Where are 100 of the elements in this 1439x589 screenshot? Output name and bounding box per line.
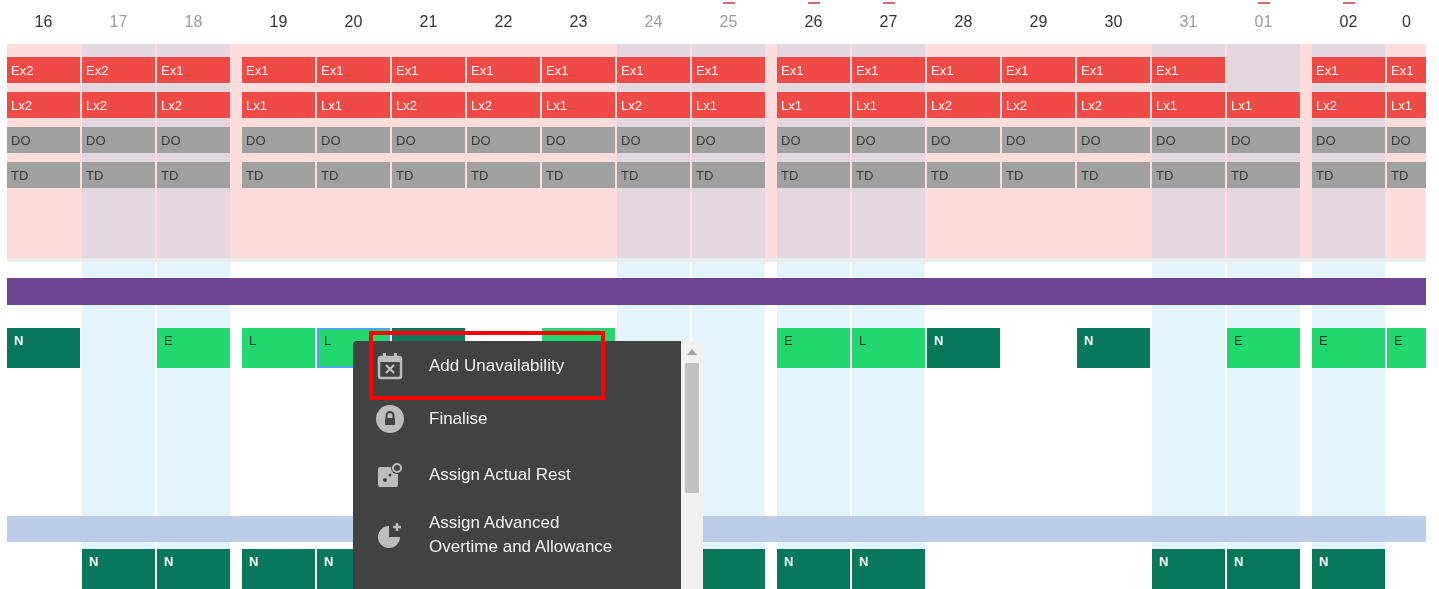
duty-cell[interactable]: Ex2 <box>7 57 80 83</box>
duty-cell[interactable]: Ex1 <box>467 57 540 83</box>
duty-cell[interactable]: DO <box>1312 127 1385 153</box>
shift-block[interactable]: E <box>1227 328 1300 368</box>
duty-cell[interactable]: Lx2 <box>157 92 230 118</box>
shift-block[interactable]: N <box>1077 328 1150 368</box>
duty-cell[interactable]: Lx1 <box>242 92 315 118</box>
shift-block[interactable]: L <box>242 328 315 368</box>
shift-block[interactable]: L <box>852 328 925 368</box>
duty-cell[interactable]: TD <box>927 162 1000 188</box>
duty-cell[interactable]: DO <box>1002 127 1075 153</box>
duty-cell[interactable]: DO <box>927 127 1000 153</box>
duty-cell[interactable]: TD <box>617 162 690 188</box>
duty-cell[interactable]: TD <box>82 162 155 188</box>
duty-cell[interactable]: Ex1 <box>317 57 390 83</box>
duty-cell[interactable]: DO <box>777 127 850 153</box>
duty-cell[interactable]: Lx1 <box>317 92 390 118</box>
duty-cell[interactable]: DO <box>692 127 765 153</box>
duty-cell[interactable]: Ex1 <box>617 57 690 83</box>
duty-cell[interactable]: Lx2 <box>1077 92 1150 118</box>
duty-cell[interactable]: DO <box>617 127 690 153</box>
duty-cell[interactable]: Ex1 <box>1077 57 1150 83</box>
duty-cell[interactable]: TD <box>242 162 315 188</box>
duty-cell[interactable]: DO <box>542 127 615 153</box>
shift-block[interactable]: N <box>1227 549 1300 589</box>
shift-block[interactable]: N <box>777 549 850 589</box>
scroll-up-icon[interactable] <box>687 349 697 355</box>
duty-cell[interactable]: Lx2 <box>617 92 690 118</box>
duty-cell[interactable]: TD <box>542 162 615 188</box>
duty-cell[interactable]: Ex2 <box>82 57 155 83</box>
duty-cell[interactable]: Lx1 <box>1227 92 1300 118</box>
scrollbar-thumb[interactable] <box>685 363 699 493</box>
duty-cell[interactable]: TD <box>1387 162 1426 188</box>
duty-cell[interactable]: TD <box>1077 162 1150 188</box>
duty-cell[interactable]: DO <box>852 127 925 153</box>
shift-block[interactable]: N <box>1312 549 1385 589</box>
shift-block[interactable]: E <box>777 328 850 368</box>
duty-cell[interactable]: Lx2 <box>82 92 155 118</box>
duty-cell[interactable]: Lx1 <box>852 92 925 118</box>
duty-cell[interactable]: DO <box>157 127 230 153</box>
duty-cell[interactable]: DO <box>392 127 465 153</box>
shift-block[interactable]: E <box>1387 328 1426 368</box>
duty-cell[interactable]: TD <box>1002 162 1075 188</box>
duty-cell[interactable]: DO <box>242 127 315 153</box>
duty-cell[interactable]: Ex1 <box>1312 57 1385 83</box>
duty-cell[interactable]: Ex1 <box>927 57 1000 83</box>
duty-cell[interactable]: Lx2 <box>7 92 80 118</box>
scrollbar[interactable] <box>681 341 703 589</box>
menu-item[interactable]: Assign Advanced Overtime and Allowance <box>353 503 681 567</box>
duty-cell[interactable]: Ex1 <box>392 57 465 83</box>
duty-cell[interactable]: Lx2 <box>392 92 465 118</box>
shift-block[interactable]: N <box>242 549 315 589</box>
duty-cell[interactable]: Lx1 <box>692 92 765 118</box>
duty-cell[interactable]: Ex1 <box>1002 57 1075 83</box>
shift-block[interactable]: E <box>1312 328 1385 368</box>
duty-cell[interactable]: Lx2 <box>1002 92 1075 118</box>
duty-cell[interactable]: Lx1 <box>1387 92 1426 118</box>
duty-cell[interactable]: TD <box>317 162 390 188</box>
menu-item[interactable]: Finalise <box>353 391 681 447</box>
duty-cell[interactable]: Lx1 <box>777 92 850 118</box>
duty-cell[interactable]: TD <box>852 162 925 188</box>
duty-cell[interactable]: Ex1 <box>1387 57 1426 83</box>
shift-block[interactable]: N <box>927 328 1000 368</box>
duty-cell[interactable]: Lx2 <box>1312 92 1385 118</box>
duty-cell[interactable]: DO <box>1077 127 1150 153</box>
duty-cell[interactable]: TD <box>692 162 765 188</box>
duty-cell[interactable]: Ex1 <box>542 57 615 83</box>
duty-cell[interactable]: Ex1 <box>777 57 850 83</box>
duty-cell[interactable]: Ex1 <box>852 57 925 83</box>
duty-cell[interactable]: Lx2 <box>927 92 1000 118</box>
shift-block[interactable]: E <box>157 328 230 368</box>
menu-item[interactable]: Add Unavailability <box>353 341 681 391</box>
duty-cell[interactable]: DO <box>1227 127 1300 153</box>
shift-block[interactable]: N <box>7 328 80 368</box>
duty-cell[interactable]: TD <box>1152 162 1225 188</box>
shift-block[interactable]: N <box>82 549 155 589</box>
duty-cell[interactable]: TD <box>7 162 80 188</box>
duty-cell[interactable]: DO <box>317 127 390 153</box>
duty-cell[interactable]: Lx2 <box>467 92 540 118</box>
duty-cell[interactable]: Ex1 <box>242 57 315 83</box>
duty-cell[interactable]: Lx1 <box>542 92 615 118</box>
shift-block[interactable]: N <box>157 549 230 589</box>
duty-cell[interactable]: TD <box>777 162 850 188</box>
duty-cell[interactable]: Ex1 <box>692 57 765 83</box>
duty-cell[interactable]: DO <box>1387 127 1426 153</box>
duty-cell[interactable]: DO <box>1152 127 1225 153</box>
duty-cell[interactable]: TD <box>1227 162 1300 188</box>
duty-cell[interactable]: TD <box>1312 162 1385 188</box>
duty-cell[interactable]: Ex1 <box>1152 57 1225 83</box>
duty-cell[interactable]: Ex1 <box>157 57 230 83</box>
duty-cell[interactable]: DO <box>7 127 80 153</box>
duty-cell[interactable]: TD <box>467 162 540 188</box>
shift-block[interactable]: N <box>852 549 925 589</box>
duty-cell[interactable]: TD <box>157 162 230 188</box>
menu-item[interactable]: Assign Actual Rest <box>353 447 681 503</box>
duty-cell[interactable]: Lx1 <box>1152 92 1225 118</box>
duty-cell[interactable]: DO <box>82 127 155 153</box>
shift-block[interactable]: N <box>1152 549 1225 589</box>
duty-cell[interactable]: DO <box>467 127 540 153</box>
duty-cell[interactable]: TD <box>392 162 465 188</box>
